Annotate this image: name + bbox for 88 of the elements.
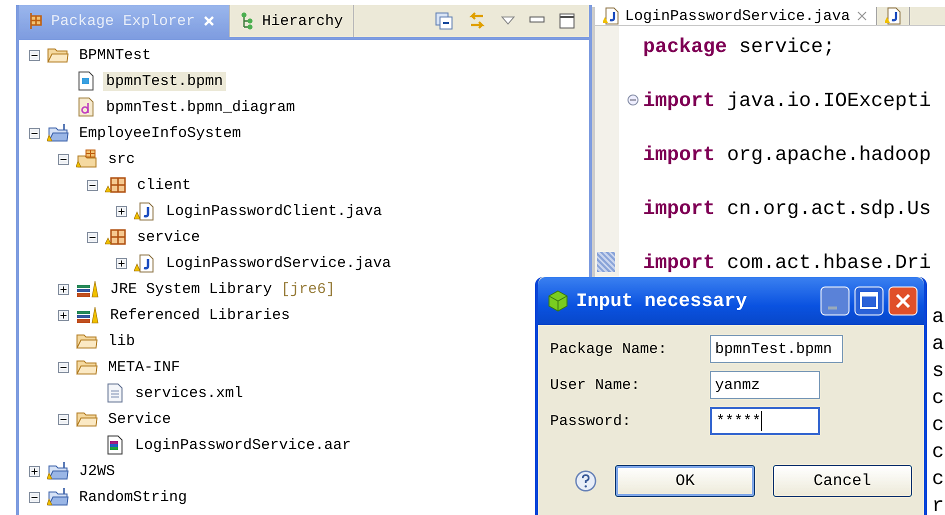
- project-folder-icon: [47, 123, 69, 143]
- maximize-icon[interactable]: [559, 13, 575, 29]
- code-fragment: c: [932, 441, 944, 464]
- code-fragment: a: [932, 333, 944, 356]
- bpmn-file-icon: [76, 71, 96, 91]
- code-line: import cn.org.act.sdp.Us: [643, 198, 932, 221]
- dialog-button[interactable]: OK: [615, 465, 755, 497]
- package-icon: [29, 12, 43, 30]
- folder-icon: [76, 358, 98, 376]
- tree-item[interactable]: J2WS: [76, 462, 118, 480]
- input-field[interactable]: bpmnTest.bpmn: [710, 335, 843, 363]
- tree-item[interactable]: BPMNTest: [76, 46, 154, 64]
- tree-item[interactable]: Referenced Libraries: [107, 306, 294, 324]
- tree-item[interactable]: bpmnTest.bpmn_diagram: [103, 98, 298, 116]
- input-field[interactable]: *****: [710, 407, 820, 435]
- close-button[interactable]: [888, 286, 918, 316]
- field-label: User Name:: [550, 376, 642, 394]
- code-fragment: c: [932, 414, 944, 437]
- folder-icon: [47, 46, 69, 64]
- tree-item[interactable]: Service: [105, 410, 174, 428]
- change-marker: [597, 252, 615, 272]
- tree-item[interactable]: RandomString: [76, 488, 190, 506]
- collapse-toggle-icon[interactable]: [58, 362, 69, 372]
- folder-icon: [76, 410, 98, 428]
- field-label: Password:: [550, 412, 632, 430]
- tree-item[interactable]: EmployeeInfoSystem: [76, 124, 244, 142]
- collapse-toggle-icon[interactable]: [29, 492, 40, 502]
- help-icon[interactable]: [574, 469, 598, 493]
- dialog-button[interactable]: Cancel: [772, 465, 912, 497]
- tree-item[interactable]: LoginPasswordClient.java: [163, 202, 386, 220]
- code-line: package service;: [643, 36, 836, 59]
- tree-item[interactable]: LoginPasswordService.aar: [132, 436, 354, 454]
- tree-item[interactable]: services.xml: [132, 384, 246, 402]
- tree-item[interactable]: lib: [105, 332, 138, 350]
- tree-item[interactable]: bpmnTest.bpmn: [103, 72, 226, 90]
- tree-item[interactable]: src: [105, 150, 138, 168]
- project-folder-icon: [47, 487, 69, 507]
- java-file-icon: [134, 201, 156, 221]
- hierarchy-icon: [240, 12, 254, 30]
- tree-item[interactable]: JRE System Library: [107, 280, 276, 298]
- project-folder-icon: [47, 461, 69, 481]
- view-menu-icon[interactable]: [501, 16, 515, 26]
- tree-item[interactable]: service: [134, 228, 204, 246]
- input-field[interactable]: yanmz: [710, 371, 820, 399]
- folder-icon: [76, 332, 98, 350]
- package-icon: [105, 227, 127, 247]
- java-file-icon: [134, 253, 156, 273]
- expand-toggle-icon[interactable]: [58, 284, 69, 294]
- library-icon: [76, 306, 100, 324]
- code-line: import com.act.hbase.Dri: [643, 252, 932, 275]
- archive-icon: [105, 435, 125, 455]
- fold-icon[interactable]: [627, 94, 639, 106]
- java-file-icon: [603, 7, 619, 25]
- close-icon[interactable]: [856, 10, 868, 22]
- expand-toggle-icon[interactable]: [116, 258, 127, 268]
- java-file-icon: [885, 7, 902, 25]
- tree-item[interactable]: client: [134, 176, 194, 194]
- library-version-label: [jre6]: [281, 280, 336, 298]
- collapse-toggle-icon[interactable]: [58, 414, 69, 424]
- collapse-toggle-icon[interactable]: [58, 154, 69, 164]
- minimize-button[interactable]: [820, 286, 850, 316]
- code-fragment: c: [932, 387, 944, 410]
- code-fragment: s: [932, 360, 944, 383]
- expand-toggle-icon[interactable]: [116, 206, 127, 216]
- code-line: import java.io.IOExcepti: [643, 90, 932, 113]
- collapse-toggle-icon[interactable]: [29, 128, 40, 138]
- collapse-all-icon[interactable]: [435, 12, 453, 30]
- code-fragment: r: [932, 495, 944, 515]
- package-icon: [105, 175, 127, 195]
- maximize-button[interactable]: [854, 286, 884, 316]
- dialog-title: Input necessary: [576, 290, 748, 312]
- editor-tab[interactable]: LoginPasswordService.java: [595, 7, 878, 25]
- field-label: Package Name:: [550, 340, 668, 358]
- cube-icon: [546, 289, 570, 313]
- tree-item[interactable]: META-INF: [105, 358, 184, 376]
- library-icon: [76, 280, 100, 298]
- source-folder-icon: [76, 149, 98, 169]
- diagram-file-icon: [76, 97, 96, 117]
- collapse-toggle-icon[interactable]: [29, 50, 40, 60]
- expand-toggle-icon[interactable]: [29, 466, 40, 476]
- code-line: import org.apache.hadoop: [643, 144, 932, 167]
- collapse-toggle-icon[interactable]: [87, 180, 98, 190]
- collapse-toggle-icon[interactable]: [87, 232, 98, 242]
- expand-toggle-icon[interactable]: [58, 310, 69, 320]
- tree-item[interactable]: LoginPasswordService.java: [163, 254, 394, 272]
- code-fragment: c: [932, 468, 944, 491]
- code-fragment: a: [932, 306, 944, 329]
- document-icon: [105, 383, 125, 403]
